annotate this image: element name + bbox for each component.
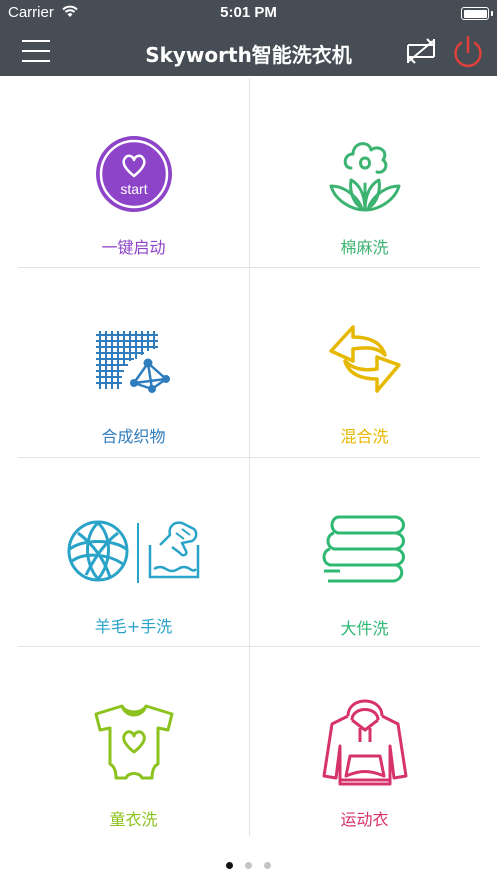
clock: 5:01 PM <box>220 4 277 21</box>
mode-label: 棉麻洗 <box>340 238 389 257</box>
mode-synthetic[interactable]: 合成织物 <box>18 267 249 456</box>
page-dot[interactable] <box>226 862 233 869</box>
mode-grid: start 一键启动 棉麻洗 合成织物 混合洗 羊毛+手洗 大件洗 童衣洗 运动… <box>18 78 480 836</box>
mixed-arrows-icon <box>328 325 401 393</box>
mode-label: 混合洗 <box>340 427 389 446</box>
cotton-icon <box>329 142 400 212</box>
mode-one-key-start[interactable]: start 一键启动 <box>18 78 249 267</box>
mode-label: 羊毛+手洗 <box>94 617 173 636</box>
nav-bar: Skyworth智能洗衣机 <box>0 28 497 76</box>
page-dot[interactable] <box>264 862 271 869</box>
battery-icon <box>461 7 493 20</box>
wool-handwash-icon <box>67 520 199 583</box>
mode-mixed[interactable]: 混合洗 <box>249 267 480 456</box>
switch-device-icon[interactable] <box>404 34 438 68</box>
page-indicator <box>0 854 497 873</box>
baby-onesie-icon <box>94 704 173 780</box>
mode-label: 童衣洗 <box>109 810 158 829</box>
mode-sportswear[interactable]: 运动衣 <box>249 646 480 835</box>
mode-bulky[interactable]: 大件洗 <box>249 457 480 646</box>
mode-label: 合成织物 <box>101 427 166 446</box>
mode-label: 一键启动 <box>101 238 166 257</box>
power-icon[interactable] <box>451 33 485 71</box>
mode-kids[interactable]: 童衣洗 <box>18 646 249 835</box>
stacked-clothes-icon <box>322 515 405 583</box>
mode-label: 大件洗 <box>340 619 389 638</box>
start-icon-text: start <box>120 181 147 197</box>
mode-cotton-linen[interactable]: 棉麻洗 <box>249 78 480 267</box>
page-dot[interactable] <box>245 862 252 869</box>
status-bar: Carrier 5:01 PM <box>0 0 497 28</box>
mode-label: 运动衣 <box>340 810 389 829</box>
hoodie-icon <box>322 699 407 786</box>
mode-wool-handwash[interactable]: 羊毛+手洗 <box>18 457 249 646</box>
heart-start-icon: start <box>95 136 172 212</box>
synthetic-fabric-icon <box>95 331 170 393</box>
